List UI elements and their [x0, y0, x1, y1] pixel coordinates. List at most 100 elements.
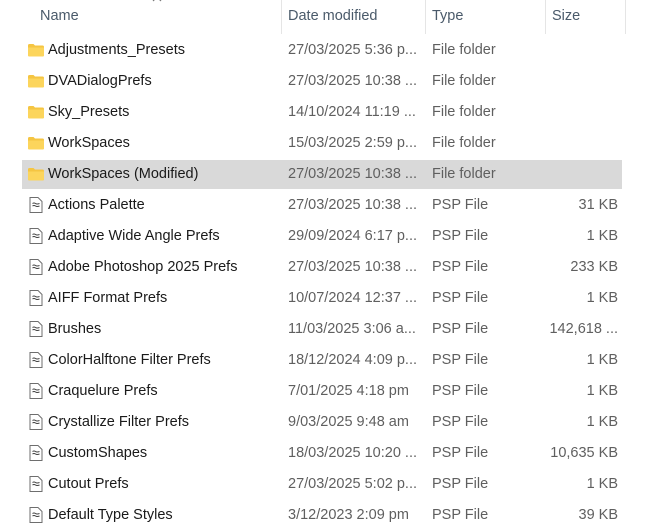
- file-row[interactable]: Adjustments_Presets 27/03/2025 5:36 p...…: [22, 36, 622, 65]
- file-name: Default Type Styles: [48, 507, 173, 523]
- file-size: [542, 160, 618, 189]
- file-size: [542, 129, 618, 158]
- file-icon: [29, 352, 43, 368]
- file-date-modified: 27/03/2025 10:38 ...: [288, 259, 417, 275]
- folder-icon: [28, 75, 44, 88]
- file-row[interactable]: DVADialogPrefs 27/03/2025 10:38 ... File…: [22, 67, 622, 96]
- file-size: 31 KB: [578, 197, 619, 213]
- file-row[interactable]: Actions Palette 27/03/2025 10:38 ... PSP…: [22, 191, 622, 220]
- file-row[interactable]: Default Type Styles 3/12/2023 2:09 pm PS…: [22, 501, 622, 530]
- file-row[interactable]: CustomShapes 18/03/2025 10:20 ... PSP Fi…: [22, 439, 622, 468]
- file-type: PSP File: [432, 321, 489, 337]
- file-icon: [29, 290, 43, 306]
- file-date-modified: 7/01/2025 4:18 pm: [288, 383, 409, 399]
- folder-icon: [28, 106, 44, 119]
- file-type: PSP File: [432, 507, 489, 523]
- file-size: 1 KB: [586, 290, 618, 306]
- file-date-modified: 14/10/2024 11:19 ...: [288, 104, 416, 120]
- file-name: Craquelure Prefs: [48, 383, 158, 399]
- file-row[interactable]: Adaptive Wide Angle Prefs 29/09/2024 6:1…: [22, 222, 622, 251]
- column-header-date[interactable]: Date modified: [282, 0, 426, 34]
- file-date-modified: 11/03/2025 3:06 a...: [288, 321, 416, 337]
- file-type: File folder: [432, 166, 496, 182]
- file-row[interactable]: ColorHalftone Filter Prefs 18/12/2024 4:…: [22, 346, 622, 375]
- file-size: [542, 98, 618, 127]
- file-date-modified: 18/12/2024 4:09 p...: [288, 352, 417, 368]
- file-name: CustomShapes: [48, 445, 148, 461]
- file-row[interactable]: AIFF Format Prefs 10/07/2024 12:37 ... P…: [22, 284, 622, 313]
- file-row[interactable]: WorkSpaces (Modified) 27/03/2025 10:38 .…: [22, 160, 622, 189]
- file-name: Brushes: [48, 321, 102, 337]
- sort-ascending-icon: [152, 0, 162, 2]
- file-size: 1 KB: [586, 414, 618, 430]
- file-type: PSP File: [432, 259, 489, 275]
- file-row[interactable]: WorkSpaces 15/03/2025 2:59 p... File fol…: [22, 129, 622, 158]
- file-name: ColorHalftone Filter Prefs: [48, 352, 211, 368]
- folder-icon: [28, 44, 44, 57]
- column-header-name-label: Name: [40, 8, 79, 24]
- file-row[interactable]: Brushes 11/03/2025 3:06 a... PSP File 14…: [22, 315, 622, 344]
- file-name: Adobe Photoshop 2025 Prefs: [48, 259, 238, 275]
- file-name: Cutout Prefs: [48, 476, 129, 492]
- column-header-name[interactable]: Name: [0, 0, 282, 34]
- file-size: 1 KB: [586, 228, 618, 244]
- file-date-modified: 27/03/2025 10:38 ...: [288, 197, 417, 213]
- file-date-modified: 27/03/2025 10:38 ...: [288, 73, 417, 89]
- file-size: [542, 67, 618, 96]
- file-type: PSP File: [432, 414, 489, 430]
- file-size: 1 KB: [586, 383, 618, 399]
- file-icon: [29, 383, 43, 399]
- file-date-modified: 27/03/2025 10:38 ...: [288, 166, 417, 182]
- column-header-type[interactable]: Type: [426, 0, 546, 34]
- file-icon: [29, 321, 43, 337]
- file-type: PSP File: [432, 476, 489, 492]
- file-type: File folder: [432, 42, 496, 58]
- column-header-type-label: Type: [432, 8, 464, 24]
- file-size: 1 KB: [586, 352, 618, 368]
- file-size: 142,618 ...: [549, 321, 618, 337]
- file-size: 39 KB: [578, 507, 619, 523]
- file-type: File folder: [432, 104, 496, 120]
- file-icon: [29, 259, 43, 275]
- file-size: [542, 36, 618, 65]
- file-icon: [29, 445, 43, 461]
- column-header-bar: Name Date modified Type Size: [0, 0, 657, 34]
- file-row[interactable]: Crystallize Filter Prefs 9/03/2025 9:48 …: [22, 408, 622, 437]
- column-header-date-label: Date modified: [288, 8, 378, 24]
- file-name: Sky_Presets: [48, 104, 130, 120]
- file-size: 1 KB: [586, 476, 618, 492]
- file-icon: [29, 476, 43, 492]
- file-name: Actions Palette: [48, 197, 145, 213]
- file-type: PSP File: [432, 383, 489, 399]
- file-date-modified: 18/03/2025 10:20 ...: [288, 445, 417, 461]
- file-size: 10,635 KB: [550, 445, 618, 461]
- file-icon: [29, 414, 43, 430]
- file-name: AIFF Format Prefs: [48, 290, 168, 306]
- file-date-modified: 10/07/2024 12:37 ...: [288, 290, 417, 306]
- file-type: PSP File: [432, 228, 489, 244]
- file-date-modified: 9/03/2025 9:48 am: [288, 414, 409, 430]
- file-name: WorkSpaces (Modified): [48, 166, 199, 182]
- file-row[interactable]: Cutout Prefs 27/03/2025 5:02 p... PSP Fi…: [22, 470, 622, 499]
- column-header-size[interactable]: Size: [546, 0, 626, 34]
- file-date-modified: 15/03/2025 2:59 p...: [288, 135, 417, 151]
- file-row[interactable]: Adobe Photoshop 2025 Prefs 27/03/2025 10…: [22, 253, 622, 282]
- file-name: DVADialogPrefs: [48, 73, 152, 89]
- file-date-modified: 27/03/2025 5:02 p...: [288, 476, 417, 492]
- folder-icon: [28, 168, 44, 181]
- file-name: WorkSpaces: [48, 135, 130, 151]
- file-type: File folder: [432, 135, 496, 151]
- file-row[interactable]: Sky_Presets 14/10/2024 11:19 ... File fo…: [22, 98, 622, 127]
- file-type: PSP File: [432, 352, 489, 368]
- file-date-modified: 27/03/2025 5:36 p...: [288, 42, 417, 58]
- file-date-modified: 29/09/2024 6:17 p...: [288, 228, 417, 244]
- file-row[interactable]: Craquelure Prefs 7/01/2025 4:18 pm PSP F…: [22, 377, 622, 406]
- folder-icon: [28, 137, 44, 150]
- file-icon: [29, 197, 43, 213]
- file-name: Crystallize Filter Prefs: [48, 414, 189, 430]
- file-icon: [29, 507, 43, 523]
- file-type: File folder: [432, 73, 496, 89]
- file-name: Adjustments_Presets: [48, 42, 186, 58]
- file-type: PSP File: [432, 445, 489, 461]
- file-date-modified: 3/12/2023 2:09 pm: [288, 507, 409, 523]
